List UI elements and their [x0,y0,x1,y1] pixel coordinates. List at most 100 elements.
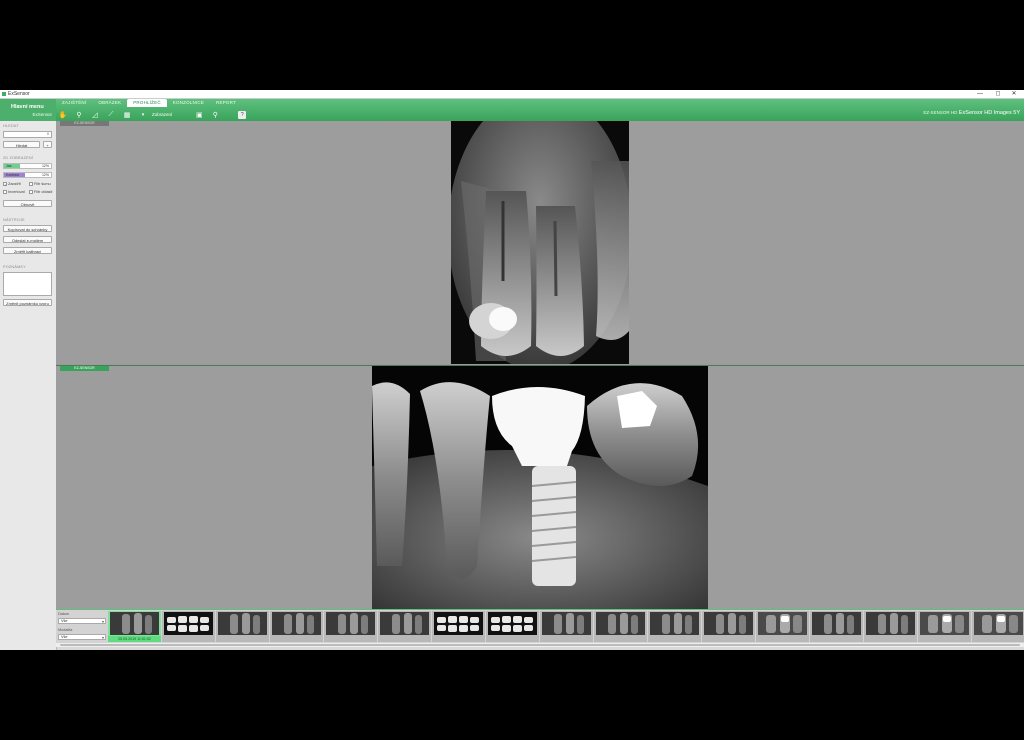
filmstrip-scrollbar[interactable] [56,643,1024,647]
layout-icon[interactable]: ▦ [122,110,132,120]
thumbnail-image [704,612,753,635]
sharpen-checkbox[interactable]: ✓ Zaostřit [3,182,21,187]
brightness-label: Jas [6,164,12,168]
search-add-button[interactable]: + [43,141,52,148]
thumbnail-item[interactable] [594,611,647,642]
ribbon-tabs: ZAJIŠTĚNÍ OBRÁZEK PROHLÍŽEČ KONZOLNICE R… [56,99,242,107]
hand-pan-icon[interactable]: ✋ [58,110,68,120]
sharpen-label: Zaostřit [8,182,21,186]
thumbnail-item[interactable] [810,611,863,642]
thumbnail-item[interactable] [324,611,377,642]
xray-implant-graphic [372,366,708,609]
copy-clipboard-button[interactable]: Kopírovat do schránky [3,225,52,232]
area-filter-checkbox[interactable]: Filtr oblasti [29,190,52,194]
thumbnail-image [650,612,699,635]
thumbnail-item[interactable] [270,611,323,642]
ribbon: Hlavní menu ExSensor ZAJIŠTĚNÍ OBRÁZEK P… [0,99,1024,121]
thumbnail-item[interactable] [702,611,755,642]
main-menu-button[interactable]: Hlavní menu ExSensor [0,99,56,121]
thumbnail-item[interactable] [216,611,269,642]
thumbnail-image [596,612,645,635]
xray-periapical-graphic [451,121,629,364]
modality-filter-label: Modalita [58,628,73,632]
thumbnail-image [326,612,375,635]
image-export-icon[interactable]: ▣ [194,110,204,120]
viewer-pane-top[interactable]: EZ-SENSOR [56,121,1024,364]
checkmark-icon: ✓ [3,182,8,187]
noise-filter-label: Filtr šumu [34,182,51,186]
contrast-label: Kontrast [6,173,20,177]
invert-label: Invertovat [8,190,25,194]
measure-calibration-button[interactable]: Změřit kalibraci [3,247,52,254]
thumbnail-item[interactable] [864,611,917,642]
pane-label-top: EZ-SENSOR [60,121,109,126]
thumbnail-image [542,612,591,635]
main-menu-title: Hlavní menu [11,104,44,110]
chevron-down-icon[interactable]: ▾ [138,110,148,120]
notes-section-label: POZNÁMKY [3,265,26,269]
thumbnail-item[interactable] [486,611,539,642]
brightness-slider[interactable]: Jas 12% [3,163,52,169]
sensor-title: EZ-SENSOR HD ExSensor HD Images 5Y [923,110,1020,116]
ruler-tool-icon[interactable]: ⟋ [106,110,116,120]
help-icon[interactable]: ? [238,110,247,119]
thumbnail-filmstrip: Datum Vše Modalita Vše 25.05.2019 11:51:… [56,609,1024,644]
thumbnail-image [758,612,807,635]
zoom-tool-icon[interactable]: ⚲ [74,110,84,120]
contrast-slider[interactable]: Kontrast 12% [3,172,52,178]
tools-section-label: NÁSTROJE [3,218,25,222]
tab-report[interactable]: REPORT [210,99,242,107]
thumbnail-image [866,612,915,635]
thumbnail-image [110,612,159,635]
send-email-button[interactable]: Odeslat e-mailem [3,236,52,243]
xray-image-bottom[interactable] [372,366,708,609]
search-button[interactable]: Hledat [3,141,40,148]
thumbnail-item[interactable] [918,611,971,642]
app-window: ExSensor — ◻ ✕ Hlavní menu ExSensor ZAJI… [0,90,1024,650]
edit-note-button[interactable]: Změnit poznámku vzoru [3,299,52,306]
left-sidebar: HLEDAT 0 Hledat + 2D ZOBRAZENÍ Jas 12% K… [0,121,57,650]
checkbox-box [29,182,33,186]
app-logo-icon [2,92,6,96]
tooth-icon[interactable]: ⚲ [210,110,220,120]
thumbnail-item[interactable]: 25.05.2019 11:51:52 [108,611,161,642]
thumbnail-date: 25.05.2019 11:51:52 [108,636,161,642]
window-title: ExSensor [8,91,30,97]
search-section-label: HLEDAT [3,124,19,128]
toolbar: ✋ ⚲ ◿ ⟋ ▦ ▾ Zobrazení ▣ ⚲ ? [56,108,247,121]
date-filter-select[interactable]: Vše [58,618,106,624]
search-input[interactable]: 0 [3,131,52,138]
thumbnail-item[interactable] [378,611,431,642]
xray-image-top[interactable] [451,121,629,364]
tab-image[interactable]: OBRÁZEK [92,99,127,107]
checkbox-box [3,190,7,194]
minimize-button[interactable]: — [972,90,988,98]
modality-filter-select[interactable]: Vše [58,634,106,640]
tab-viewer[interactable]: PROHLÍŽEČ [127,99,167,107]
thumbnail-item[interactable] [162,611,215,642]
close-button[interactable]: ✕ [1006,90,1022,98]
thumbnail-image [380,612,429,635]
angle-tool-icon[interactable]: ◿ [90,110,100,120]
scrollbar-thumb[interactable] [60,644,1020,646]
title-bar: ExSensor — ◻ ✕ [0,90,1024,99]
thumbnail-item[interactable] [432,611,485,642]
reset-button[interactable]: Obnovit [3,200,52,207]
thumbnail-item[interactable] [648,611,701,642]
thumbnail-list: 25.05.2019 11:51:52 [108,611,1024,642]
invert-checkbox[interactable]: Invertovat [3,190,25,194]
thumbnail-image [974,612,1023,635]
maximize-button[interactable]: ◻ [990,90,1006,98]
thumbnail-image [272,612,321,635]
noise-filter-checkbox[interactable]: Filtr šumu [29,182,51,186]
notes-textarea[interactable] [3,272,52,296]
tab-capture[interactable]: ZAJIŠTĚNÍ [56,99,92,107]
tab-console[interactable]: KONZOLNICE [167,99,210,107]
viewer-pane-bottom[interactable]: EZ-SENSOR [56,365,1024,610]
thumbnail-item[interactable] [756,611,809,642]
checkbox-box [29,190,33,194]
thumbnail-item[interactable] [972,611,1024,642]
contrast-value: 12% [41,173,49,177]
thumbnail-item[interactable] [540,611,593,642]
view-mode-label[interactable]: Zobrazení [152,112,172,117]
